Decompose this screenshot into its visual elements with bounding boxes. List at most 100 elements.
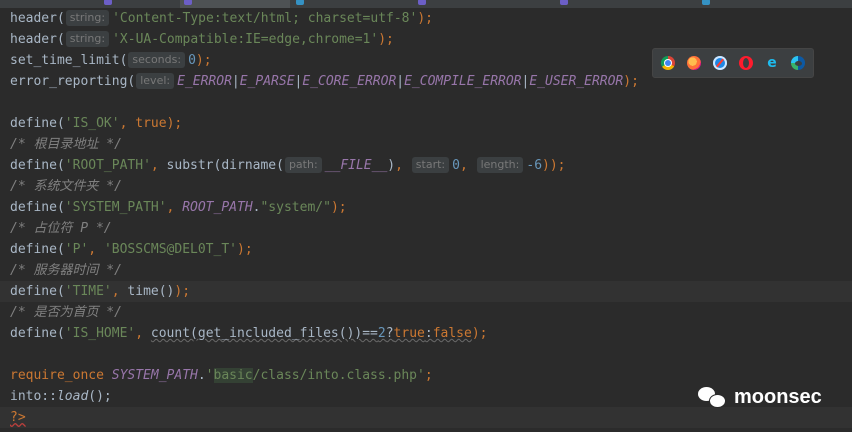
function-call: header( bbox=[10, 32, 65, 47]
punctuation: ); bbox=[378, 32, 394, 47]
php-file-icon bbox=[560, 0, 568, 5]
watermark: moonsec bbox=[698, 384, 822, 410]
opera-icon[interactable] bbox=[739, 56, 753, 70]
code-line-18: require_once SYSTEM_PATH.'basic/class/in… bbox=[0, 365, 852, 386]
comment: /* 服务器时间 */ bbox=[10, 263, 122, 278]
constant: E_COMPILE_ERROR bbox=[404, 74, 522, 89]
php-file-icon bbox=[104, 0, 112, 5]
function-call: substr(dirname( bbox=[166, 158, 284, 173]
editor-tab[interactable] bbox=[414, 0, 554, 8]
punctuation: , bbox=[166, 200, 183, 215]
string-literal: 'IS_HOME' bbox=[64, 326, 136, 341]
code-line-2: header(string: 'X-UA-Compatible:IE=edge,c… bbox=[0, 29, 852, 50]
keyword: true bbox=[135, 116, 167, 131]
string-literal: 'BOSSCMS@DEL0T_T' bbox=[103, 242, 237, 257]
constant: E_USER_ERROR bbox=[529, 74, 624, 89]
punctuation: (); bbox=[88, 389, 112, 404]
comment: /* 系统文件夹 */ bbox=[10, 179, 122, 194]
firefox-icon[interactable] bbox=[687, 56, 701, 70]
code-line-16: define('IS_HOME', count(get_included_fil… bbox=[0, 323, 852, 344]
code-line-14-current: define('TIME', time()); bbox=[0, 281, 852, 302]
function-call: time() bbox=[127, 284, 175, 299]
string-literal: 'TIME' bbox=[64, 284, 112, 299]
punctuation: , bbox=[150, 158, 167, 173]
keyword: true bbox=[393, 326, 425, 341]
php-close-tag: ?> bbox=[10, 410, 26, 425]
string-literal: /class/into.class.php' bbox=[252, 368, 425, 383]
wechat-icon bbox=[698, 385, 726, 409]
function-call: define( bbox=[10, 158, 65, 173]
edge-icon[interactable] bbox=[791, 56, 805, 70]
method-call: load bbox=[56, 389, 89, 404]
comment: /* 占位符 P */ bbox=[10, 221, 112, 236]
highlighted-text: basic bbox=[213, 368, 253, 383]
parameter-hint: level: bbox=[136, 73, 175, 89]
code-line-15: /* 是否为首页 */ bbox=[0, 302, 852, 323]
number-literal: 2 bbox=[377, 326, 386, 341]
php-file-icon bbox=[418, 0, 426, 5]
string-literal: 'ROOT_PATH' bbox=[64, 158, 151, 173]
punctuation: , bbox=[395, 158, 411, 173]
function-call: set_time_limit( bbox=[10, 53, 128, 68]
constant: E_PARSE bbox=[239, 74, 295, 89]
editor-tab[interactable] bbox=[556, 0, 696, 8]
punctuation: )); bbox=[542, 158, 566, 173]
operator: ? bbox=[385, 326, 394, 341]
parameter-hint: seconds: bbox=[128, 52, 186, 68]
punctuation: ); bbox=[174, 284, 191, 299]
parameter-hint: start: bbox=[411, 157, 450, 173]
function-call: error_reporting( bbox=[10, 74, 136, 89]
punctuation: ); bbox=[237, 242, 253, 257]
string-literal: 'Content-Type:text/html; charset=utf-8' bbox=[112, 11, 418, 26]
function-call: count(get_included_files())== bbox=[150, 326, 378, 341]
constant: ROOT_PATH bbox=[182, 200, 253, 215]
editor-tab[interactable] bbox=[292, 0, 412, 8]
constant: __FILE__ bbox=[324, 158, 388, 173]
punctuation: , bbox=[119, 116, 136, 131]
editor-tab-active[interactable] bbox=[180, 0, 290, 8]
punctuation: ; bbox=[424, 368, 433, 383]
parameter-hint: string: bbox=[65, 10, 110, 26]
constant: E_ERROR bbox=[177, 74, 232, 89]
browser-preview-toolbar: e bbox=[652, 48, 814, 78]
string-literal: 'IS_OK' bbox=[64, 116, 120, 131]
comment: /* 根目录地址 */ bbox=[10, 137, 122, 152]
file-icon bbox=[296, 0, 304, 5]
editor-tab[interactable] bbox=[698, 0, 852, 8]
punctuation: ); bbox=[623, 74, 639, 89]
number-literal: 0 bbox=[452, 158, 460, 173]
string-literal: ' bbox=[205, 368, 214, 383]
function-call: define( bbox=[10, 326, 65, 341]
punctuation: ) bbox=[387, 158, 396, 173]
operator: : bbox=[424, 326, 433, 341]
number-literal: -6 bbox=[526, 158, 543, 173]
keyword: require_once bbox=[10, 368, 104, 383]
string-literal: 'P' bbox=[64, 242, 89, 257]
parameter-hint: path: bbox=[284, 157, 322, 173]
watermark-text: moonsec bbox=[734, 385, 822, 408]
constant: SYSTEM_PATH bbox=[111, 368, 198, 383]
keyword: false bbox=[432, 326, 472, 341]
punctuation: ); bbox=[330, 200, 347, 215]
function-call: define( bbox=[10, 200, 65, 215]
number-literal: 0 bbox=[188, 53, 196, 68]
function-call: define( bbox=[10, 284, 65, 299]
punctuation: , bbox=[111, 284, 128, 299]
function-call: define( bbox=[10, 242, 65, 257]
chrome-icon[interactable] bbox=[661, 56, 675, 70]
operator: | bbox=[231, 74, 240, 89]
ie-icon[interactable]: e bbox=[765, 56, 779, 70]
code-line-12: define('P', 'BOSSCMS@DEL0T_T'); bbox=[0, 239, 852, 260]
editor-tab[interactable] bbox=[100, 0, 180, 8]
comment: /* 是否为首页 */ bbox=[10, 305, 122, 320]
code-line-11: /* 占位符 P */ bbox=[0, 218, 852, 239]
safari-icon[interactable] bbox=[713, 56, 727, 70]
parameter-hint: string: bbox=[65, 31, 110, 47]
punctuation: ); bbox=[195, 53, 212, 68]
string-literal: "system/" bbox=[260, 200, 331, 215]
code-line-8: define('ROOT_PATH', substr(dirname(path:… bbox=[0, 155, 852, 176]
punctuation: , bbox=[135, 326, 151, 341]
punctuation: ); bbox=[166, 116, 183, 131]
code-line-6: define('IS_OK', true); bbox=[0, 113, 852, 134]
